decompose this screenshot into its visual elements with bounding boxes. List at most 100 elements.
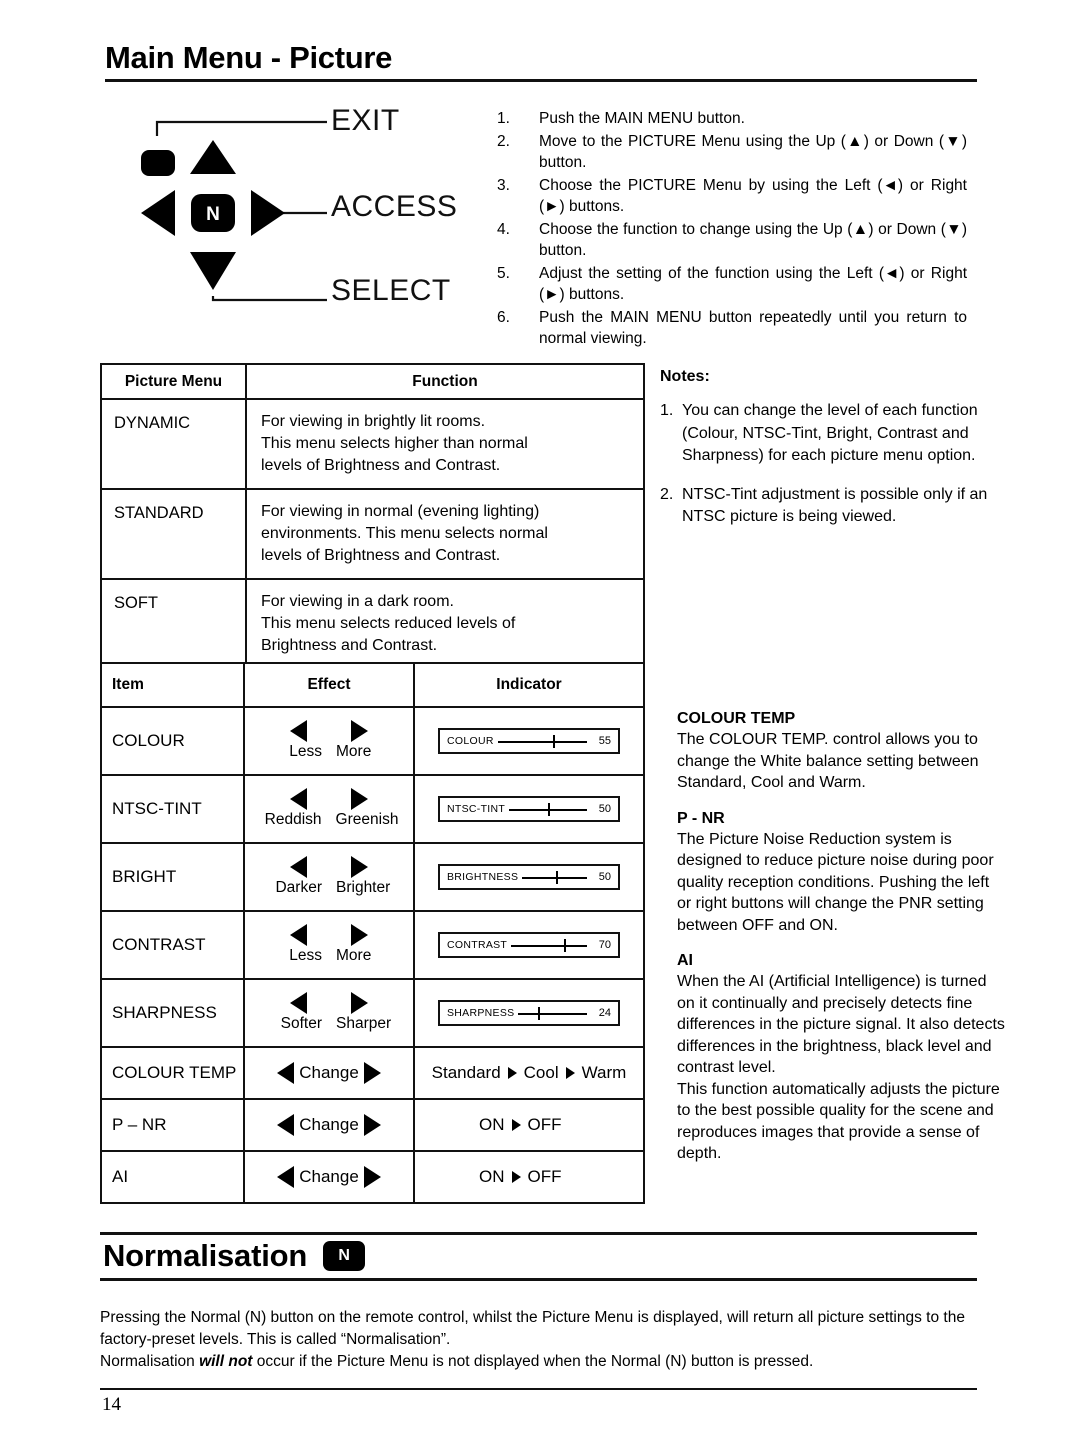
sequence-option: OFF [527, 1167, 562, 1186]
step-text: Choose the function to change using the … [539, 220, 967, 260]
effect-cell: Darker Brighter [243, 842, 415, 912]
effect-left-word: Darker [275, 879, 322, 896]
step-item: 4. Choose the function to change using t… [497, 219, 967, 262]
item-label: COLOUR [100, 706, 245, 776]
effect-words: Softer Sharper [245, 1015, 413, 1033]
page-title-block: Main Menu - Picture [105, 42, 977, 82]
note-item: 1. You can change the level of each func… [660, 400, 1000, 468]
sequence-indicator: Standard Cool Warm [421, 1063, 637, 1083]
osd-gauge [511, 938, 587, 952]
osd-gauge [509, 802, 587, 816]
indicator-cell: ON OFF [413, 1150, 645, 1204]
indicator-cell: COLOUR 55 [413, 706, 645, 776]
effect-cell: Reddish Greenish [243, 774, 415, 844]
left-arrow-icon[interactable] [290, 924, 307, 946]
effect-right-word: More [336, 743, 372, 760]
effect-arrow-pair [245, 856, 413, 878]
indicator-cell: Standard Cool Warm [413, 1046, 645, 1100]
left-arrow-icon[interactable] [290, 788, 307, 810]
right-arrow-icon[interactable] [351, 924, 368, 946]
remote-control-diagram: N EXIT ACCESS SELECT [105, 100, 485, 330]
right-arrow-icon[interactable] [363, 1113, 381, 1136]
item-effect-indicator-table: Item Effect Indicator COLOUR Less More C… [100, 662, 645, 1204]
function-line: levels of Brightness and Contrast. [261, 547, 501, 564]
function-line: Brightness and Contrast. [261, 637, 438, 654]
left-arrow-icon[interactable] [290, 720, 307, 742]
item-label: CONTRAST [100, 910, 245, 980]
left-arrow-icon[interactable] [290, 856, 307, 878]
osd-label: COLOUR [447, 735, 494, 747]
exit-button-icon [141, 150, 175, 176]
osd-label: SHARPNESS [447, 1007, 515, 1019]
osd-indicator-bar: NTSC-TINT 50 [438, 796, 620, 822]
table-row: NTSC-TINT Reddish Greenish NTSC-TINT 50 [100, 774, 645, 844]
notes-section: Notes: 1. You can change the level of ea… [660, 368, 1000, 545]
left-arrow-icon[interactable] [290, 992, 307, 1014]
right-arrow-icon[interactable] [363, 1061, 381, 1084]
norm-p2-post: occur if the Picture Menu is not display… [252, 1353, 814, 1370]
column-header-indicator: Indicator [413, 662, 645, 708]
table-row: COLOUR Less More COLOUR 55 [100, 706, 645, 776]
right-arrow-icon[interactable] [351, 992, 368, 1014]
description-body: The Picture Noise Reduction system is de… [677, 830, 994, 934]
item-effect-indicator-table-container: Item Effect Indicator COLOUR Less More C… [100, 662, 645, 1204]
function-line: For viewing in normal (evening lighting) [261, 503, 540, 520]
chevron-right-icon [565, 1067, 575, 1079]
chevron-right-icon [511, 1119, 521, 1131]
table-row: P – NR Change ON OFF [100, 1098, 645, 1152]
right-arrow-icon[interactable] [351, 788, 368, 810]
picture-menu-name: STANDARD [100, 488, 247, 580]
change-control: Change [245, 1165, 413, 1188]
osd-value: 55 [598, 735, 611, 747]
column-header-effect: Effect [243, 662, 415, 708]
indicator-cell: NTSC-TINT 50 [413, 774, 645, 844]
instruction-steps: 1. Push the MAIN MENU button. 2. Move to… [497, 108, 967, 351]
description-body: The COLOUR TEMP. control allows you to c… [677, 731, 979, 791]
indicator-cell: SHARPNESS 24 [413, 978, 645, 1048]
callout-exit: EXIT [331, 104, 400, 137]
left-arrow-icon[interactable] [277, 1165, 295, 1188]
normalisation-paragraph-2: Normalisation will not occur if the Pict… [100, 1351, 977, 1373]
right-arrow-icon[interactable] [363, 1165, 381, 1188]
left-arrow-icon[interactable] [277, 1061, 295, 1084]
sequence-option: Standard [431, 1063, 501, 1082]
osd-gauge [522, 870, 587, 884]
step-number: 1. [497, 110, 510, 127]
osd-position-tick [548, 803, 551, 816]
footer-divider [100, 1388, 977, 1390]
step-number: 6. [497, 308, 510, 326]
description-heading: AI [677, 952, 693, 969]
function-line: This menu selects higher than normal [261, 435, 528, 452]
right-arrow-icon[interactable] [351, 720, 368, 742]
note-number: 2. [660, 485, 674, 503]
column-header-item: Item [100, 662, 245, 708]
sequence-option: Warm [581, 1063, 627, 1082]
change-label: Change [299, 1062, 359, 1082]
right-arrow-icon[interactable] [351, 856, 368, 878]
normalisation-heading: Normalisation N [100, 1235, 977, 1278]
table-row: SHARPNESS Softer Sharper SHARPNESS 24 [100, 978, 645, 1048]
feature-descriptions: COLOUR TEMP The COLOUR TEMP. control all… [677, 710, 1007, 1181]
table-row: STANDARD For viewing in normal (evening … [100, 488, 645, 580]
change-control: Change [245, 1113, 413, 1136]
picture-menu-function: For viewing in a dark room. This menu se… [245, 578, 645, 670]
picture-menu-function: For viewing in brightly lit rooms. This … [245, 398, 645, 490]
osd-dash-track [497, 741, 587, 743]
change-label: Change [299, 1114, 359, 1134]
left-arrow-icon[interactable] [277, 1113, 295, 1136]
normalisation-heading-block: Normalisation N [100, 1232, 977, 1281]
step-text: Push the MAIN MENU button repeatedly unt… [539, 308, 967, 348]
normalisation-divider-bottom [100, 1278, 977, 1281]
osd-value: 24 [598, 1007, 611, 1019]
down-arrow-icon [190, 252, 236, 290]
title-divider [105, 79, 977, 82]
effect-right-word: Greenish [335, 811, 399, 828]
osd-gauge [518, 1006, 587, 1020]
sequence-option: ON [479, 1115, 505, 1134]
step-number: 4. [497, 220, 510, 238]
callout-access: ACCESS [331, 190, 458, 223]
page-number: 14 [102, 1394, 121, 1415]
osd-indicator-bar: BRIGHTNESS 50 [438, 864, 620, 890]
osd-label: NTSC-TINT [447, 803, 506, 815]
sequence-option: Cool [523, 1063, 559, 1082]
